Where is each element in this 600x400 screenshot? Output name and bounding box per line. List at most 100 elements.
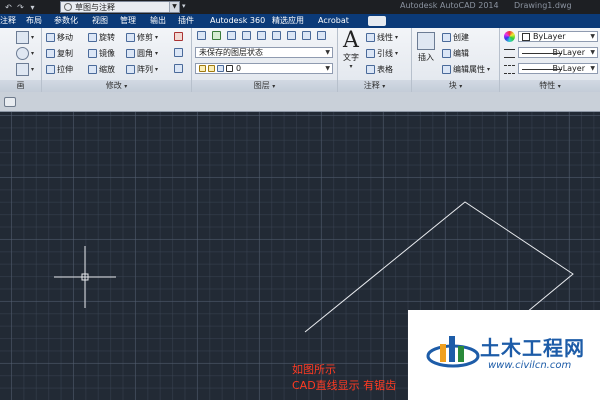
tab-acrobat[interactable]: Acrobat [318, 14, 349, 28]
tab-featured-apps[interactable]: 精选应用 [272, 14, 304, 28]
chevron-down-icon[interactable]: ▾ [395, 50, 398, 57]
panel-block: 插入 创建 编辑 编辑属性 ▾ 块 ▾ [412, 28, 500, 92]
layer-unisolate-icon[interactable] [257, 31, 266, 40]
panel-properties-title: 特性 [539, 81, 556, 90]
undo-icon[interactable]: ↶ [4, 3, 13, 12]
trim-button[interactable]: 修剪 ▾ [126, 31, 158, 43]
panel-annotation-label[interactable]: 注释 ▾ [338, 80, 411, 92]
leader-button[interactable]: 引线 ▾ [366, 47, 398, 59]
rotate-button[interactable]: 旋转 [88, 31, 115, 43]
copy-button[interactable]: 复制 [46, 47, 73, 59]
lineweight-icon[interactable] [504, 49, 515, 58]
chevron-down-icon: ▼ [590, 33, 595, 40]
tab-manage[interactable]: 管理 [120, 14, 136, 28]
edit-attributes-label: 编辑属性 [453, 64, 485, 74]
edit-attributes-button[interactable]: 编辑属性 ▾ [442, 63, 490, 75]
create-label: 创建 [453, 32, 469, 42]
text-a-icon: A [343, 28, 359, 53]
panel-layers-label[interactable]: 图层 ▾ [192, 80, 337, 92]
layer-lock-icon[interactable] [317, 31, 326, 40]
panel-layers-title: 图层 [253, 81, 270, 90]
tab-annotate[interactable]: 注释 [0, 14, 16, 28]
tab-view[interactable]: 视图 [92, 14, 108, 28]
linetype-combo[interactable]: ByLayer ▼ [518, 63, 598, 74]
linetype-icon[interactable] [504, 65, 515, 74]
edit-block-button[interactable]: 编辑 [442, 47, 469, 59]
color-wheel-icon[interactable] [504, 31, 515, 42]
rectangle-tool-icon[interactable] [16, 63, 29, 76]
layer-freeze-icon[interactable] [227, 31, 236, 40]
create-block-button[interactable]: 创建 [442, 31, 469, 43]
panel-properties-label[interactable]: 特性 ▾ [500, 80, 600, 92]
chevron-down-icon: ▼ [590, 49, 595, 56]
layer-walk-icon[interactable] [302, 31, 311, 40]
offset-icon[interactable] [174, 64, 183, 73]
layer-isolate-icon[interactable] [242, 31, 251, 40]
panel-modify-label[interactable]: 修改 ▾ [42, 80, 191, 92]
erase-icon[interactable] [174, 32, 183, 41]
layer-state-combo[interactable]: 未保存的图层状态 ▼ [195, 47, 333, 58]
tab-output[interactable]: 输出 [150, 14, 166, 28]
note-line-2: CAD直线显示 有锯齿 [292, 379, 397, 392]
tab-plugins[interactable]: 插件 [178, 14, 194, 28]
circle-tool-icon[interactable] [16, 47, 29, 60]
chevron-down-icon[interactable]: ▾ [395, 34, 398, 41]
array-button[interactable]: 阵列 ▾ [126, 63, 158, 75]
watermark-url: www.civilcn.com [488, 360, 572, 371]
mirror-button[interactable]: 镜像 [88, 47, 115, 59]
file-tab-icon[interactable] [4, 97, 16, 107]
trim-label: 修剪 [137, 32, 153, 42]
tab-autodesk-360[interactable]: Autodesk 360 [210, 14, 265, 28]
panel-block-title: 块 [448, 81, 457, 90]
chevron-down-icon: ▾ [272, 83, 276, 90]
lineweight-combo[interactable]: ByLayer ▼ [518, 47, 598, 58]
tab-layout[interactable]: 布局 [26, 14, 42, 28]
chevron-down-icon[interactable]: ▾ [31, 50, 34, 57]
line-tool-icon[interactable] [16, 31, 29, 44]
chevron-down-icon[interactable]: ▾ [487, 66, 490, 73]
customize-dropdown-icon[interactable]: ▾ [182, 2, 190, 12]
chevron-down-icon: ▾ [557, 83, 561, 90]
insert-button[interactable]: 插入 [414, 32, 438, 63]
ribbon-minimize-toggle[interactable] [368, 16, 386, 26]
layer-state-value: 未保存的图层状态 [199, 48, 263, 57]
panel-block-label[interactable]: 块 ▾ [412, 80, 499, 92]
current-layer-combo[interactable]: 0 ▼ [195, 63, 333, 74]
fillet-button[interactable]: 圆角 ▾ [126, 47, 158, 59]
color-swatch-icon [522, 32, 530, 41]
workspace-selector[interactable]: 草图与注释 ▼ [60, 1, 180, 13]
panel-layers: 未保存的图层状态 ▼ 0 ▼ 图层 ▾ [192, 28, 338, 92]
annotation-note: 如图所示 CAD直线显示 有锯齿 [292, 362, 396, 394]
layer-match-icon[interactable] [272, 31, 281, 40]
chevron-down-icon: ▼ [325, 65, 330, 72]
color-combo[interactable]: ByLayer ▼ [518, 31, 598, 42]
chevron-down-icon[interactable]: ▼ [169, 2, 179, 12]
title-bar: ↶ ↷ ▾ 草图与注释 ▼ ▾ Autodesk AutoCAD 2014 Dr… [0, 0, 600, 14]
chevron-down-icon[interactable]: ▾ [155, 34, 158, 41]
panel-draw-label[interactable]: 画 [0, 80, 41, 92]
table-button[interactable]: 表格 [366, 63, 393, 75]
layer-properties-icon[interactable] [197, 31, 206, 40]
line-sample [522, 69, 562, 70]
move-label: 移动 [57, 32, 73, 42]
chevron-down-icon[interactable]: ▾ [31, 66, 34, 73]
move-button[interactable]: 移动 [46, 31, 73, 43]
quick-access-dropdown-icon[interactable]: ▾ [28, 3, 37, 12]
layer-previous-icon[interactable] [287, 31, 296, 40]
scale-button[interactable]: 缩放 [88, 63, 115, 75]
edit-attributes-icon [442, 64, 451, 74]
redo-icon[interactable]: ↷ [16, 3, 25, 12]
linear-dimension-button[interactable]: 线性 ▾ [366, 31, 398, 43]
chevron-down-icon: ▾ [349, 63, 353, 70]
tab-parametric[interactable]: 参数化 [54, 14, 78, 28]
stretch-button[interactable]: 拉伸 [46, 63, 73, 75]
panel-draw: ▾ ▾ ▾ 画 [0, 28, 42, 92]
explode-icon[interactable] [174, 48, 183, 57]
chevron-down-icon[interactable]: ▾ [155, 66, 158, 73]
text-button[interactable]: A 文字 ▾ [340, 28, 362, 71]
insert-block-icon [417, 32, 435, 50]
fillet-label: 圆角 [137, 48, 153, 58]
chevron-down-icon[interactable]: ▾ [155, 50, 158, 57]
layer-on-icon[interactable] [212, 31, 221, 40]
chevron-down-icon[interactable]: ▾ [31, 34, 34, 41]
